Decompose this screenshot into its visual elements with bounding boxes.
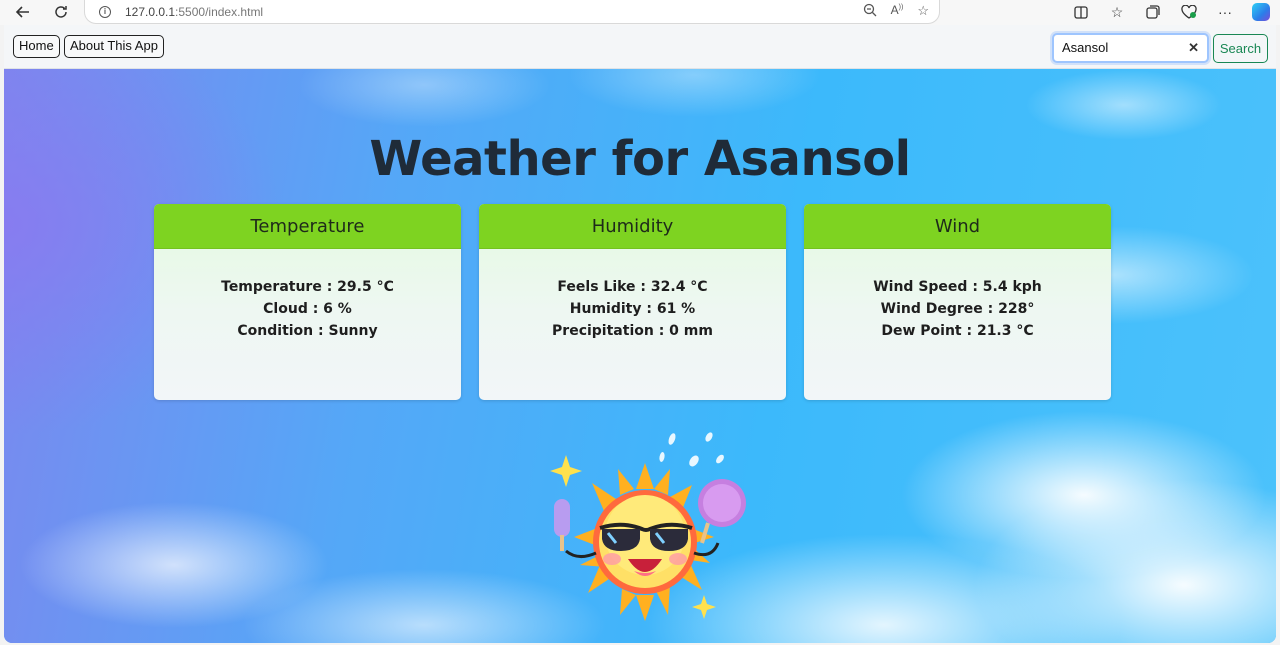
- top-navbar: Home About This App ✕ Search: [4, 25, 1276, 69]
- clear-icon[interactable]: ✕: [1188, 40, 1199, 56]
- temperature-card: Temperature Temperature : 29.5 °C Cloud …: [154, 204, 461, 400]
- card-line: Precipitation : 0 mm: [552, 323, 713, 339]
- page-viewport: Home About This App ✕ Search Weather for…: [4, 25, 1276, 643]
- reload-icon[interactable]: [50, 1, 72, 23]
- wind-card: Wind Wind Speed : 5.4 kph Wind Degree : …: [804, 204, 1111, 400]
- url-text: 127.0.0.1:5500/index.html: [125, 5, 263, 19]
- humidity-card: Humidity Feels Like : 32.4 °C Humidity :…: [479, 204, 786, 400]
- browser-essentials-icon[interactable]: [1178, 2, 1200, 22]
- copilot-icon[interactable]: [1250, 2, 1272, 22]
- card-line: Cloud : 6 %: [263, 301, 352, 317]
- favorites-icon[interactable]: ☆: [1106, 2, 1128, 22]
- search-input[interactable]: [1062, 40, 1182, 55]
- card-line: Wind Speed : 5.4 kph: [873, 279, 1042, 295]
- about-button[interactable]: About This App: [64, 35, 164, 58]
- zoom-out-icon[interactable]: [863, 3, 877, 20]
- card-title: Wind: [804, 204, 1111, 249]
- back-arrow-icon[interactable]: [12, 1, 34, 23]
- read-aloud-icon[interactable]: A)): [891, 3, 904, 20]
- info-icon[interactable]: i: [99, 5, 111, 18]
- search-box[interactable]: ✕: [1052, 33, 1209, 63]
- card-line: Humidity : 61 %: [569, 301, 696, 317]
- card-line: Dew Point : 21.3 °C: [881, 323, 1034, 339]
- page-title: Weather for Asansol: [369, 131, 911, 187]
- home-button[interactable]: Home: [13, 35, 60, 58]
- card-line: Condition : Sunny: [237, 323, 378, 339]
- card-line: Wind Degree : 228°: [880, 301, 1035, 317]
- sun-mascot-icon: [550, 432, 746, 621]
- url-path: :5500/index.html: [175, 4, 264, 19]
- card-line: Temperature : 29.5 °C: [221, 279, 394, 295]
- card-title: Temperature: [154, 204, 461, 249]
- favorite-star-icon[interactable]: ☆: [917, 3, 929, 20]
- split-screen-icon[interactable]: [1070, 2, 1092, 22]
- url-host: 127.0.0.1: [125, 4, 176, 19]
- card-title: Humidity: [479, 204, 786, 249]
- browser-toolbar: i 127.0.0.1:5500/index.html A)) ☆ ☆ ···: [0, 0, 1280, 25]
- card-line: Feels Like : 32.4 °C: [557, 279, 708, 295]
- address-bar[interactable]: i 127.0.0.1:5500/index.html A)) ☆: [84, 0, 940, 24]
- more-icon[interactable]: ···: [1214, 2, 1236, 22]
- collections-icon[interactable]: [1142, 2, 1164, 22]
- search-button[interactable]: Search: [1213, 34, 1268, 63]
